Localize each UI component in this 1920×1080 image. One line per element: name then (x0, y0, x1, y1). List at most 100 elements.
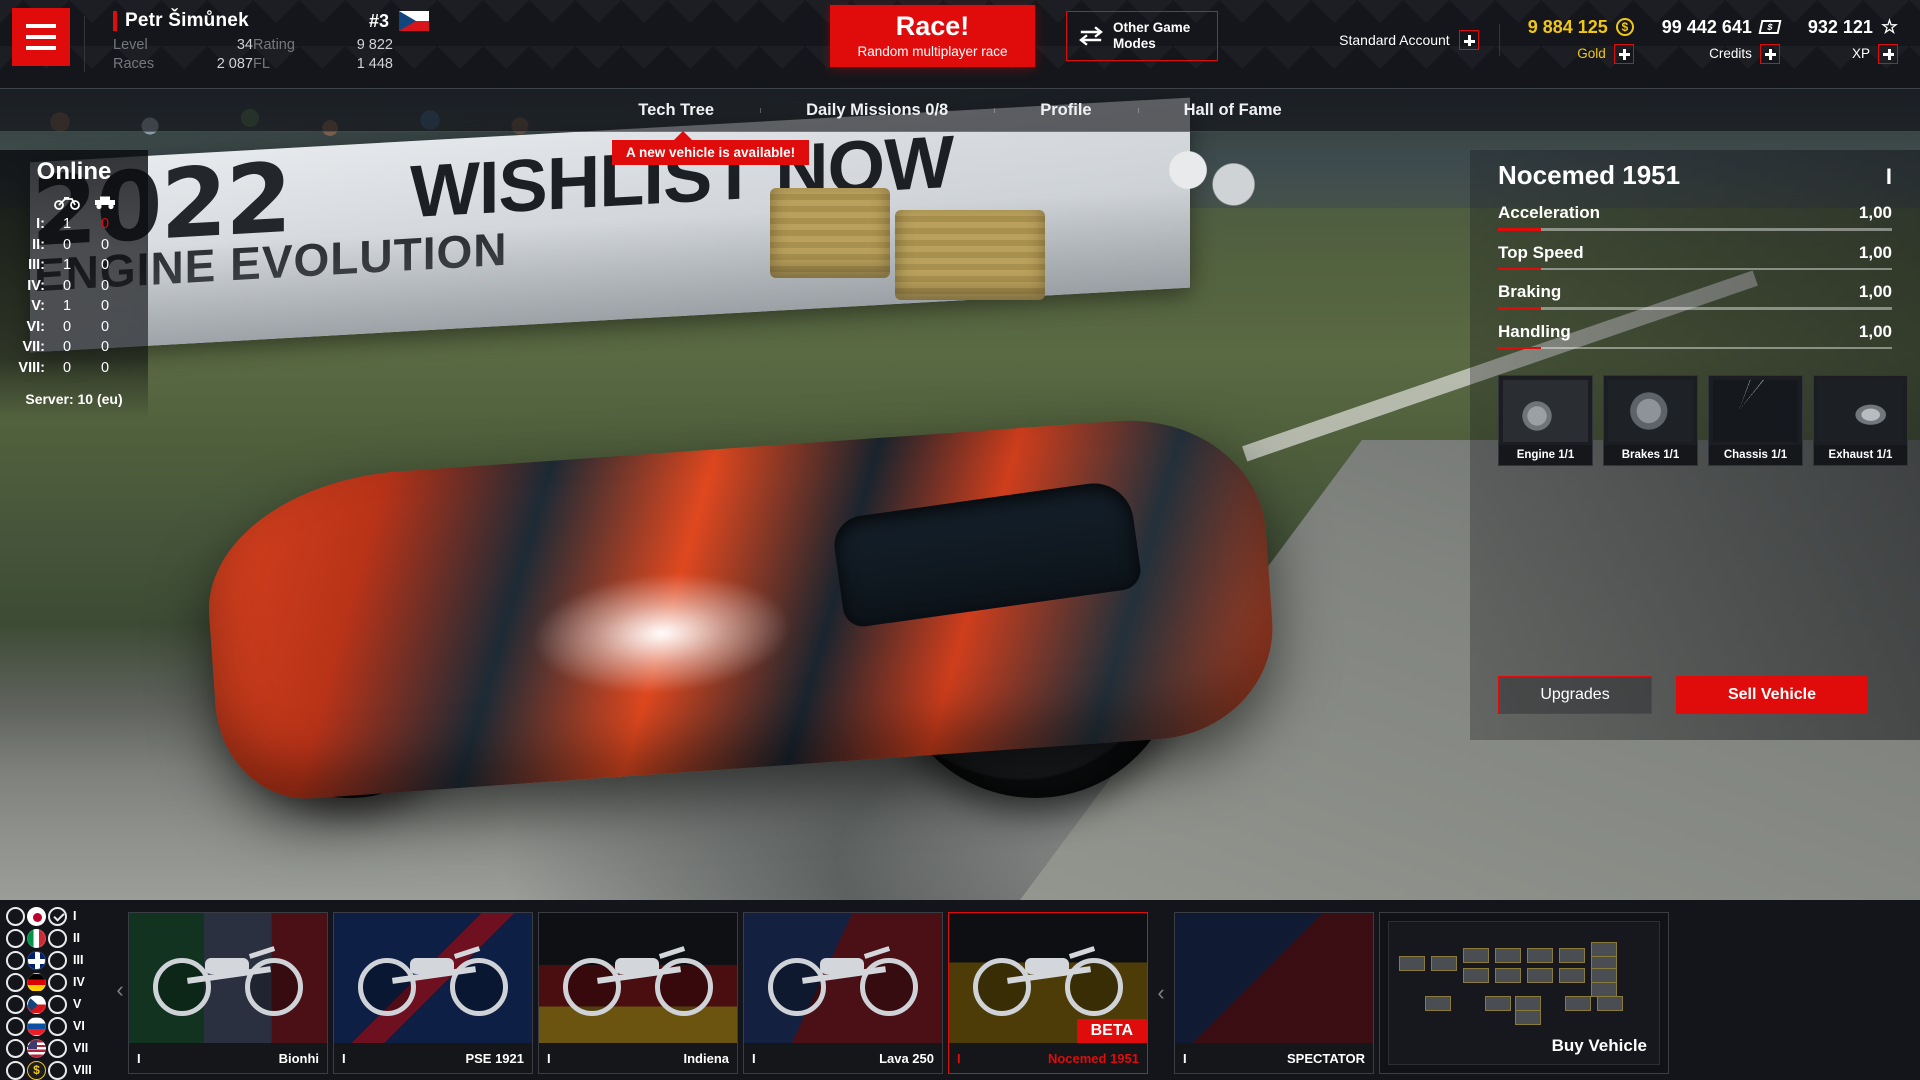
filter-country-checkbox[interactable] (6, 1060, 25, 1080)
united-kingdom-flag[interactable] (27, 950, 46, 970)
filter-country-checkbox[interactable] (6, 1038, 25, 1058)
vehicle-card-name: Bionhi (278, 1050, 319, 1066)
upgrade-slot-label: Chassis 1/1 (1709, 445, 1802, 465)
filter-country-checkbox[interactable] (6, 906, 25, 926)
vehicle-card-name: Indiena (683, 1050, 729, 1066)
buy-xp-button[interactable] (1878, 43, 1898, 64)
hamburger-menu-icon[interactable] (12, 8, 70, 66)
vehicle-name: Nocemed 1951 (1498, 160, 1681, 190)
filter-tier-checkbox[interactable] (48, 928, 67, 948)
filter-tier-checkbox[interactable] (48, 1016, 67, 1036)
italy-flag[interactable] (27, 928, 46, 948)
czech-republic-flag[interactable] (27, 994, 46, 1014)
new-vehicle-notification[interactable]: A new vehicle is available! (612, 131, 810, 165)
online-tier-label: VI: (26, 318, 45, 335)
upgrade-slot-chassis[interactable]: Chassis 1/1 (1708, 375, 1803, 466)
rating-value: 9 822 (356, 37, 393, 53)
vehicle-card[interactable]: I Lava 250 (743, 912, 943, 1074)
buy-vehicle-label: Buy Vehicle (1551, 1036, 1647, 1055)
buy-credits-button[interactable] (1759, 43, 1780, 64)
filter-country-checkbox[interactable] (6, 1016, 25, 1036)
filter-country-checkbox[interactable] (6, 972, 25, 992)
online-players-panel: Online I: 1 0 II: 0 0 III: 1 0 IV: 0 0 V: 1 0 VI: 0 0 VII:… (0, 150, 148, 419)
germany-flag[interactable] (27, 972, 46, 992)
credits-label: Credits (1709, 46, 1752, 61)
filter-tier-checkbox[interactable] (48, 1060, 67, 1080)
filter-country-checkbox[interactable] (6, 928, 25, 948)
filter-tier-label: VI (73, 1019, 85, 1033)
upgrade-slot-engine[interactable]: Engine 1/1 (1498, 375, 1593, 466)
vehicle-stat-bar (1498, 346, 1892, 349)
vehicle-card-tier: I (137, 1050, 141, 1066)
filter-row: V (6, 994, 95, 1014)
tab-hall-of-fame[interactable]: Hall of Fame (1137, 101, 1328, 120)
online-tier-row: VII: 0 0 (0, 337, 148, 358)
race-button-subtitle: Random multiplayer race (857, 44, 1008, 59)
vehicle-card[interactable]: I Bionhi (128, 912, 328, 1074)
tab-profile[interactable]: Profile (994, 101, 1137, 120)
other-game-modes-line1: Other Game (1113, 19, 1191, 35)
brake-disc-icon (1608, 380, 1693, 442)
online-tier-row: VIII: 0 0 (0, 358, 148, 379)
online-car-count: 0 (100, 216, 110, 232)
vehicle-card-image (1175, 913, 1373, 1043)
carousel-prev-arrow[interactable]: ‹ (112, 900, 128, 1080)
online-bike-count: 0 (62, 277, 72, 294)
account-upgrade-button[interactable] (1458, 30, 1479, 50)
server-value: 10 (eu) (77, 390, 123, 407)
vehicle-card[interactable]: BETA I Nocemed 1951 (948, 912, 1148, 1074)
sell-vehicle-button[interactable]: Sell Vehicle (1676, 676, 1868, 714)
upgrade-slot-exhaust[interactable]: Exhaust 1/1 (1813, 375, 1908, 466)
filter-tier-checkbox[interactable] (48, 994, 67, 1014)
vehicle-card-tier: I (957, 1050, 961, 1066)
japan-flag[interactable] (27, 906, 46, 926)
filter-tier-checkbox[interactable] (48, 906, 67, 926)
slovakia-flag[interactable] (27, 1016, 46, 1036)
online-tier-row: I: 1 0 (0, 214, 148, 235)
other-game-modes-button[interactable]: Other Game Modes (1066, 11, 1218, 61)
online-car-count: 0 (100, 257, 110, 274)
buy-vehicle-card[interactable]: Buy Vehicle (1379, 912, 1669, 1074)
upgrade-slot-label: Brakes 1/1 (1604, 445, 1697, 465)
fastest-lap-label: FL (253, 56, 270, 72)
tab-tech-tree[interactable]: Tech Tree (592, 101, 760, 120)
vehicle-stat-bar-fill (1498, 228, 1542, 231)
vehicle-card-name: Nocemed 1951 (1047, 1050, 1139, 1066)
upgrade-slot-brake-disc[interactable]: Brakes 1/1 (1603, 375, 1698, 466)
carousel-next-arrow[interactable]: ‹ (1153, 980, 1169, 1006)
upgrades-button[interactable]: Upgrades (1498, 676, 1652, 714)
gold-value: 9 884 125 (1527, 16, 1608, 37)
gold-coin-icon: $ (1615, 18, 1634, 36)
race-button[interactable]: Race! Random multiplayer race (830, 5, 1035, 67)
filter-tier-checkbox[interactable] (48, 1038, 67, 1058)
gold-coin-icon[interactable]: $ (27, 1060, 46, 1080)
vehicle-stat-value: 1,00 (1858, 321, 1892, 341)
vehicle-card[interactable]: I Indiena (538, 912, 738, 1074)
vehicle-card[interactable]: I SPECTATOR (1174, 912, 1374, 1074)
vehicle-stat-value: 1,00 (1858, 203, 1892, 222)
player-rank: #3 (368, 10, 389, 31)
vehicle-card[interactable]: I PSE 1921 (333, 912, 533, 1074)
filter-row: $ VIII (6, 1060, 95, 1080)
vehicle-highlight (527, 564, 796, 703)
tab-daily-missions[interactable]: Daily Missions 0/8 (760, 101, 994, 120)
filter-tier-checkbox[interactable] (48, 950, 67, 970)
usa-flag[interactable] (27, 1038, 46, 1058)
player-name: Petr Šimůnek (125, 10, 249, 31)
filter-country-checkbox[interactable] (6, 994, 25, 1014)
account-status[interactable]: Standard Account (1339, 30, 1479, 50)
banknote-icon: $ (1758, 20, 1782, 34)
player-info-panel[interactable]: Petr Šimůnek #3 Level 34 Rating 9 822 Ra… (99, 0, 429, 88)
filter-row: III (6, 950, 95, 970)
online-car-count: 0 (100, 339, 110, 356)
vehicle-stat-bar-fill (1498, 267, 1542, 270)
vehicle-stat-row: Top Speed 1,00 (1498, 243, 1892, 270)
carousel-track: I Bionhi I PSE 1921 I Indiena I Lava 250 BETA I No… (128, 900, 1920, 1080)
filter-tier-checkbox[interactable] (48, 972, 67, 992)
online-car-count: 0 (100, 318, 110, 335)
buy-gold-button[interactable] (1613, 43, 1634, 64)
exhaust-icon (1818, 380, 1903, 442)
filter-country-checkbox[interactable] (6, 950, 25, 970)
vehicle-stat-bar (1498, 228, 1892, 231)
filter-tier-label: II (73, 931, 80, 945)
